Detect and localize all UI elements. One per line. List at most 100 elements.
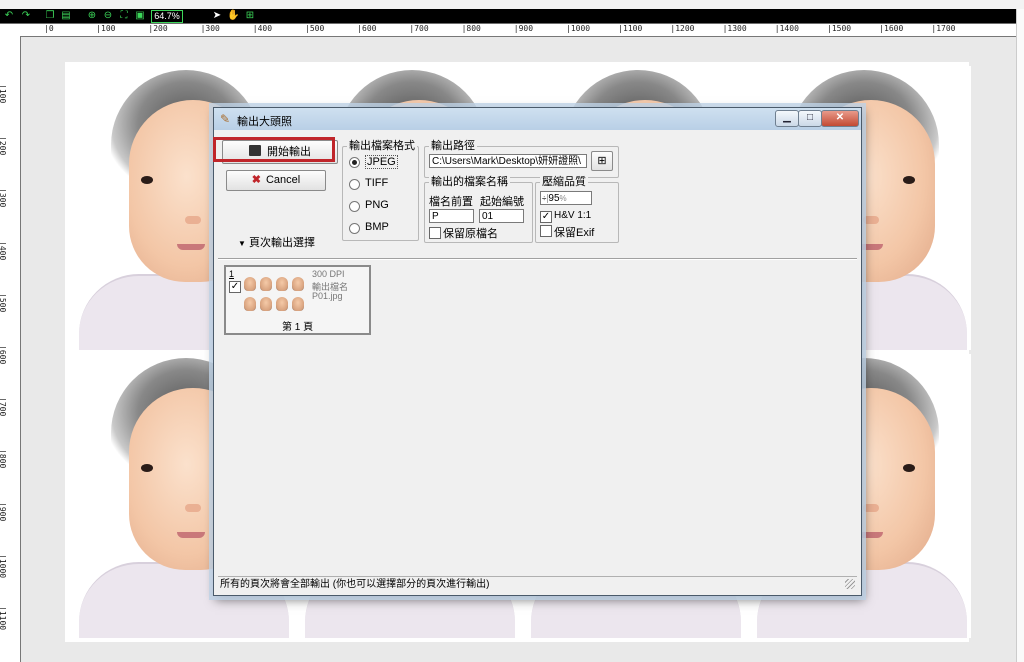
start-number-input[interactable]: 01 [479, 209, 524, 223]
hand-pan-icon[interactable]: ✋ [227, 10, 239, 22]
ruler-tick-label: |800 [461, 24, 481, 33]
photo-eye [903, 464, 915, 472]
triangle-down-icon: ▼ [238, 239, 246, 248]
photo-eye [141, 464, 153, 472]
radio-bmp-label[interactable]: BMP [365, 221, 389, 233]
quality-value: 95 [548, 193, 560, 204]
mini-photo [244, 277, 256, 291]
ruler-tick-label: |100 [0, 84, 7, 104]
page-options-dropdown[interactable]: ▼ 頁次輸出選擇 [238, 234, 315, 250]
maximize-button[interactable]: □ [798, 110, 822, 127]
ruler-tick-label: |1700 [931, 24, 956, 33]
format-group-label: 輸出檔案格式 [347, 140, 417, 152]
ruler-tick-label: |1500 [827, 24, 852, 33]
ruler-tick-label: |300 [200, 24, 220, 33]
dialog-body: 開始輸出 ✖ Cancel ▼ 頁次輸出選擇 輸出檔案格式 JPEG TIFF P… [213, 130, 857, 591]
radio-bmp[interactable] [349, 223, 360, 234]
highlight-box [213, 137, 335, 162]
prefix-input[interactable]: P [429, 209, 474, 223]
zoom-level[interactable]: 64.7% [151, 10, 183, 23]
cancel-button[interactable]: ✖ Cancel [226, 170, 326, 191]
copy-icon[interactable]: ❐ [44, 10, 56, 22]
redo-icon[interactable]: ↷ [20, 10, 32, 22]
ruler-tick-label: |200 [0, 136, 7, 156]
mini-photo [244, 297, 256, 311]
app-icon: ✎ [220, 112, 231, 126]
actual-size-icon[interactable]: ▣ [134, 10, 146, 22]
filename-group: 輸出的檔案名稱 檔名前置 起始編號 P 01 保留原檔名 [424, 176, 533, 243]
mini-photo [292, 277, 304, 291]
ruler-tick-label: |1100 [0, 606, 7, 631]
status-text: 所有的頁次將會全部輸出 (你也可以選擇部分的頁次進行輸出) [220, 579, 490, 590]
main-toolbar: ↶ ↷ ❐ ▤ ⊕ ⊖ ⛶ ▣ 64.7% ➤ ✋ ⊞ [0, 9, 1016, 24]
ruler-tick-label: |700 [409, 24, 429, 33]
photo-nose [185, 216, 201, 224]
hv-label: H&V 1:1 [554, 210, 592, 221]
quality-spinner[interactable]: ÷ 95% [540, 191, 592, 205]
exif-label-text: 保留Exif [554, 227, 595, 239]
exif-checkbox[interactable] [540, 225, 552, 237]
zoom-in-icon[interactable]: ⊕ [86, 10, 98, 22]
radio-jpeg[interactable] [349, 157, 360, 168]
radio-png-label[interactable]: PNG [365, 199, 389, 211]
ruler-tick-label: |600 [357, 24, 377, 33]
keep-original-checkbox[interactable] [429, 227, 441, 239]
radio-jpeg-label[interactable]: JPEG [365, 155, 398, 169]
page-checkbox[interactable]: ✓ [229, 281, 241, 293]
dialog-titlebar[interactable]: ✎ 輸出大頭照 ▁ □ ✕ [214, 108, 861, 130]
output-path-field[interactable]: C:\Users\Mark\Desktop\妍妍證照\ [429, 154, 587, 168]
resize-grip[interactable] [845, 579, 855, 589]
paste-icon[interactable]: ▤ [60, 10, 72, 22]
ruler-tick-label: |1100 [618, 24, 643, 33]
path-group: 輸出路徑 C:\Users\Mark\Desktop\妍妍證照\ ⊞ [424, 140, 619, 178]
zoom-out-icon[interactable]: ⊖ [102, 10, 114, 22]
page-options-label: 頁次輸出選擇 [248, 237, 315, 249]
radio-tiff-label[interactable]: TIFF [365, 177, 388, 189]
folder-tree-icon: ⊞ [597, 155, 607, 167]
fit-page-icon[interactable]: ⛶ [118, 10, 130, 22]
page-dpi: 300 DPI [312, 269, 345, 279]
minimize-button[interactable]: ▁ [775, 110, 799, 127]
hv-checkbox[interactable]: ✓ [540, 211, 552, 223]
mini-photo [276, 297, 288, 311]
ruler-tick-label: |900 [0, 501, 7, 521]
quality-suffix: % [559, 194, 567, 203]
filename-group-label: 輸出的檔案名稱 [429, 176, 510, 188]
ruler-tick-label: |1400 [774, 24, 799, 33]
photo-mouth [177, 244, 205, 250]
quality-group-label: 壓縮品質 [540, 176, 588, 188]
ruler-tick-label: |1200 [670, 24, 695, 33]
photo-nose [863, 504, 879, 512]
ruler-tick-label: |400 [252, 24, 273, 33]
ruler-tick-label: |600 [0, 345, 7, 365]
ruler-tick-label: |1300 [722, 24, 747, 33]
ruler-tick-label: |1000 [566, 24, 591, 33]
select-arrow-icon[interactable]: ➤ [211, 10, 223, 22]
ruler-tick-label: |1000 [0, 553, 7, 578]
page-thumbnail-card[interactable]: 1 ✓ 300 DPI 輸出檔名 P01.jpg 第 1 頁 [224, 265, 371, 335]
ruler-tick-label: |800 [0, 449, 7, 469]
ruler-tick-label: |900 [513, 24, 534, 33]
horizontal-ruler: |0 |100 |200 |300 |400 |500 |600 |700 |800 |900 |1… [0, 24, 1016, 37]
browse-folder-button[interactable]: ⊞ [591, 151, 613, 171]
quality-group: 壓縮品質 ÷ 95% ✓ H&V 1:1 保留Exif [535, 176, 619, 243]
radio-png[interactable] [349, 201, 360, 212]
undo-icon[interactable]: ↶ [3, 10, 15, 22]
path-group-label: 輸出路徑 [429, 140, 477, 152]
right-side-panel [1016, 9, 1024, 662]
add-icon[interactable]: ⊞ [244, 10, 256, 22]
mini-photo [260, 277, 272, 291]
page-label: 第 1 頁 [282, 322, 314, 333]
close-button[interactable]: ✕ [821, 110, 859, 127]
mini-photo [260, 297, 272, 311]
start-number-label: 起始編號 [480, 196, 524, 208]
photo-eye [141, 176, 153, 184]
exif-label: 保留Exif [554, 224, 594, 240]
dialog-title: 輸出大頭照 [237, 116, 292, 128]
ruler-tick-label: |500 [0, 292, 7, 313]
mini-photo [292, 297, 304, 311]
radio-tiff[interactable] [349, 179, 360, 190]
cancel-x-icon: ✖ [251, 174, 261, 186]
export-dialog: ✎ 輸出大頭照 ▁ □ ✕ 開始輸出 ✖ Cancel ▼ 頁次輸出選擇 輸出檔案… [213, 107, 862, 596]
cancel-label: Cancel [265, 174, 301, 186]
